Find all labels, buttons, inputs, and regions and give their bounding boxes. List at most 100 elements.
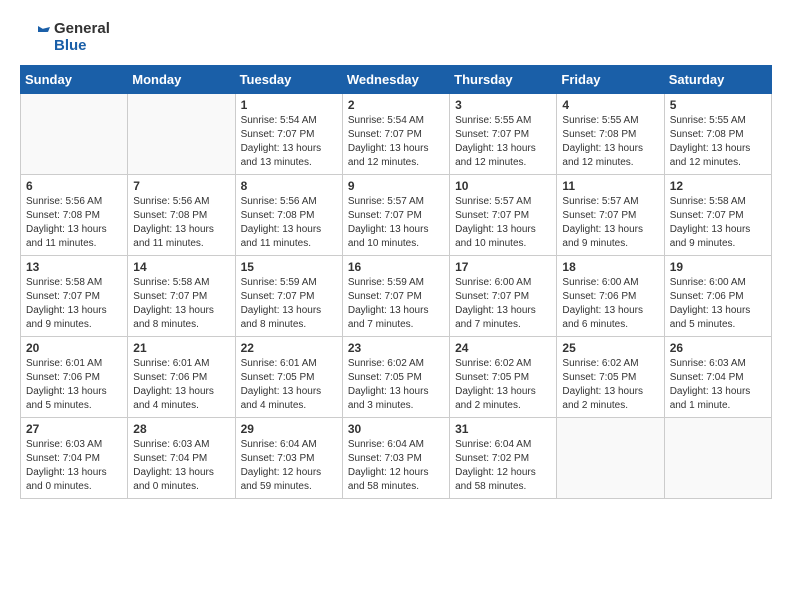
calendar-cell: 16 Sunrise: 5:59 AMSunset: 7:07 PMDayligh… — [342, 255, 449, 336]
day-info: Sunrise: 6:00 AMSunset: 7:06 PMDaylight:… — [670, 276, 766, 332]
day-info: Sunrise: 5:56 AMSunset: 7:08 PMDaylight:… — [241, 195, 337, 251]
day-info: Sunrise: 6:03 AMSunset: 7:04 PMDaylight:… — [670, 357, 766, 413]
day-info: Sunrise: 5:56 AMSunset: 7:08 PMDaylight:… — [133, 195, 229, 251]
calendar-cell: 28 Sunrise: 6:03 AMSunset: 7:04 PMDayligh… — [128, 417, 235, 498]
day-number: 4 — [562, 98, 658, 112]
calendar-cell: 7 Sunrise: 5:56 AMSunset: 7:08 PMDaylight… — [128, 174, 235, 255]
calendar-cell — [128, 93, 235, 174]
day-number: 30 — [348, 422, 444, 436]
logo: General Blue — [20, 20, 110, 55]
day-number: 11 — [562, 179, 658, 193]
day-number: 21 — [133, 341, 229, 355]
calendar-cell: 27 Sunrise: 6:03 AMSunset: 7:04 PMDayligh… — [21, 417, 128, 498]
calendar-cell: 15 Sunrise: 5:59 AMSunset: 7:07 PMDayligh… — [235, 255, 342, 336]
day-info: Sunrise: 5:55 AMSunset: 7:07 PMDaylight:… — [455, 114, 551, 170]
day-info: Sunrise: 6:04 AMSunset: 7:03 PMDaylight:… — [241, 438, 337, 494]
day-number: 26 — [670, 341, 766, 355]
day-number: 22 — [241, 341, 337, 355]
day-info: Sunrise: 6:04 AMSunset: 7:02 PMDaylight:… — [455, 438, 551, 494]
calendar-cell: 19 Sunrise: 6:00 AMSunset: 7:06 PMDayligh… — [664, 255, 771, 336]
calendar-cell — [21, 93, 128, 174]
calendar-cell: 24 Sunrise: 6:02 AMSunset: 7:05 PMDayligh… — [450, 336, 557, 417]
calendar-cell: 29Sunrise: 6:04 AMSunset: 7:03 PMDayligh… — [235, 417, 342, 498]
day-number: 24 — [455, 341, 551, 355]
day-info: Sunrise: 5:57 AMSunset: 7:07 PMDaylight:… — [455, 195, 551, 251]
day-number: 19 — [670, 260, 766, 274]
logo-blue: Blue — [54, 37, 110, 54]
day-info: Sunrise: 5:59 AMSunset: 7:07 PMDaylight:… — [348, 276, 444, 332]
calendar-cell: 26 Sunrise: 6:03 AMSunset: 7:04 PMDayligh… — [664, 336, 771, 417]
day-info: Sunrise: 6:00 AMSunset: 7:07 PMDaylight:… — [455, 276, 551, 332]
weekday-header-row: SundayMondayTuesdayWednesdayThursdayFrid… — [21, 65, 772, 93]
calendar-week-row: 13 Sunrise: 5:58 AMSunset: 7:07 PMDayligh… — [21, 255, 772, 336]
day-number: 15 — [241, 260, 337, 274]
page-header: General Blue — [20, 20, 772, 55]
day-info: Sunrise: 6:02 AMSunset: 7:05 PMDaylight:… — [348, 357, 444, 413]
day-number: 5 — [670, 98, 766, 112]
day-number: 18 — [562, 260, 658, 274]
day-number: 28 — [133, 422, 229, 436]
day-number: 13 — [26, 260, 122, 274]
calendar-cell: 2Sunrise: 5:54 AMSunset: 7:07 PMDaylight… — [342, 93, 449, 174]
day-number: 20 — [26, 341, 122, 355]
day-number: 17 — [455, 260, 551, 274]
day-info: Sunrise: 5:55 AMSunset: 7:08 PMDaylight:… — [670, 114, 766, 170]
day-number: 7 — [133, 179, 229, 193]
logo-general: General — [54, 20, 110, 37]
calendar-cell: 20 Sunrise: 6:01 AMSunset: 7:06 PMDayligh… — [21, 336, 128, 417]
calendar-week-row: 27 Sunrise: 6:03 AMSunset: 7:04 PMDayligh… — [21, 417, 772, 498]
day-info: Sunrise: 5:55 AMSunset: 7:08 PMDaylight:… — [562, 114, 658, 170]
day-number: 16 — [348, 260, 444, 274]
calendar-cell — [664, 417, 771, 498]
calendar-week-row: 1 Sunrise: 5:54 AMSunset: 7:07 PMDaylight… — [21, 93, 772, 174]
day-number: 31 — [455, 422, 551, 436]
day-number: 2 — [348, 98, 444, 112]
calendar-cell: 23 Sunrise: 6:02 AMSunset: 7:05 PMDayligh… — [342, 336, 449, 417]
calendar-cell: 22 Sunrise: 6:01 AMSunset: 7:05 PMDayligh… — [235, 336, 342, 417]
calendar-week-row: 20 Sunrise: 6:01 AMSunset: 7:06 PMDayligh… — [21, 336, 772, 417]
calendar-cell: 5 Sunrise: 5:55 AMSunset: 7:08 PMDaylight… — [664, 93, 771, 174]
day-info: Sunrise: 6:04 AMSunset: 7:03 PMDaylight:… — [348, 438, 444, 494]
weekday-header-saturday: Saturday — [664, 65, 771, 93]
day-info: Sunrise: 5:58 AMSunset: 7:07 PMDaylight:… — [133, 276, 229, 332]
calendar-week-row: 6Sunrise: 5:56 AMSunset: 7:08 PMDaylight… — [21, 174, 772, 255]
day-number: 1 — [241, 98, 337, 112]
day-number: 25 — [562, 341, 658, 355]
day-info: Sunrise: 6:01 AMSunset: 7:06 PMDaylight:… — [133, 357, 229, 413]
day-number: 8 — [241, 179, 337, 193]
day-info: Sunrise: 6:01 AMSunset: 7:06 PMDaylight:… — [26, 357, 122, 413]
calendar-cell: 13Sunrise: 5:58 AMSunset: 7:07 PMDayligh… — [21, 255, 128, 336]
weekday-header-monday: Monday — [128, 65, 235, 93]
day-info: Sunrise: 5:58 AMSunset: 7:07 PMDaylight:… — [670, 195, 766, 251]
calendar-cell: 30 Sunrise: 6:04 AMSunset: 7:03 PMDayligh… — [342, 417, 449, 498]
weekday-header-friday: Friday — [557, 65, 664, 93]
day-number: 10 — [455, 179, 551, 193]
day-info: Sunrise: 6:03 AMSunset: 7:04 PMDaylight:… — [133, 438, 229, 494]
weekday-header-wednesday: Wednesday — [342, 65, 449, 93]
day-info: Sunrise: 6:01 AMSunset: 7:05 PMDaylight:… — [241, 357, 337, 413]
calendar-cell: 21 Sunrise: 6:01 AMSunset: 7:06 PMDayligh… — [128, 336, 235, 417]
calendar-cell: 10 Sunrise: 5:57 AMSunset: 7:07 PMDayligh… — [450, 174, 557, 255]
day-number: 14 — [133, 260, 229, 274]
calendar-cell: 11 Sunrise: 5:57 AMSunset: 7:07 PMDayligh… — [557, 174, 664, 255]
calendar-cell: 14 Sunrise: 5:58 AMSunset: 7:07 PMDayligh… — [128, 255, 235, 336]
calendar-cell — [557, 417, 664, 498]
calendar-cell: 31 Sunrise: 6:04 AMSunset: 7:02 PMDayligh… — [450, 417, 557, 498]
day-info: Sunrise: 6:03 AMSunset: 7:04 PMDaylight:… — [26, 438, 122, 494]
weekday-header-tuesday: Tuesday — [235, 65, 342, 93]
day-info: Sunrise: 6:02 AMSunset: 7:05 PMDaylight:… — [562, 357, 658, 413]
day-number: 12 — [670, 179, 766, 193]
day-info: Sunrise: 5:57 AMSunset: 7:07 PMDaylight:… — [562, 195, 658, 251]
day-info: Sunrise: 6:02 AMSunset: 7:05 PMDaylight:… — [455, 357, 551, 413]
calendar-cell: 18 Sunrise: 6:00 AMSunset: 7:06 PMDayligh… — [557, 255, 664, 336]
calendar-table: SundayMondayTuesdayWednesdayThursdayFrid… — [20, 65, 772, 499]
day-number: 27 — [26, 422, 122, 436]
weekday-header-sunday: Sunday — [21, 65, 128, 93]
day-info: Sunrise: 6:00 AMSunset: 7:06 PMDaylight:… — [562, 276, 658, 332]
day-info: Sunrise: 5:54 AMSunset: 7:07 PMDaylight:… — [241, 114, 337, 170]
day-info: Sunrise: 5:59 AMSunset: 7:07 PMDaylight:… — [241, 276, 337, 332]
calendar-cell: 8 Sunrise: 5:56 AMSunset: 7:08 PMDaylight… — [235, 174, 342, 255]
day-number: 23 — [348, 341, 444, 355]
day-number: 3 — [455, 98, 551, 112]
calendar-cell: 1 Sunrise: 5:54 AMSunset: 7:07 PMDaylight… — [235, 93, 342, 174]
